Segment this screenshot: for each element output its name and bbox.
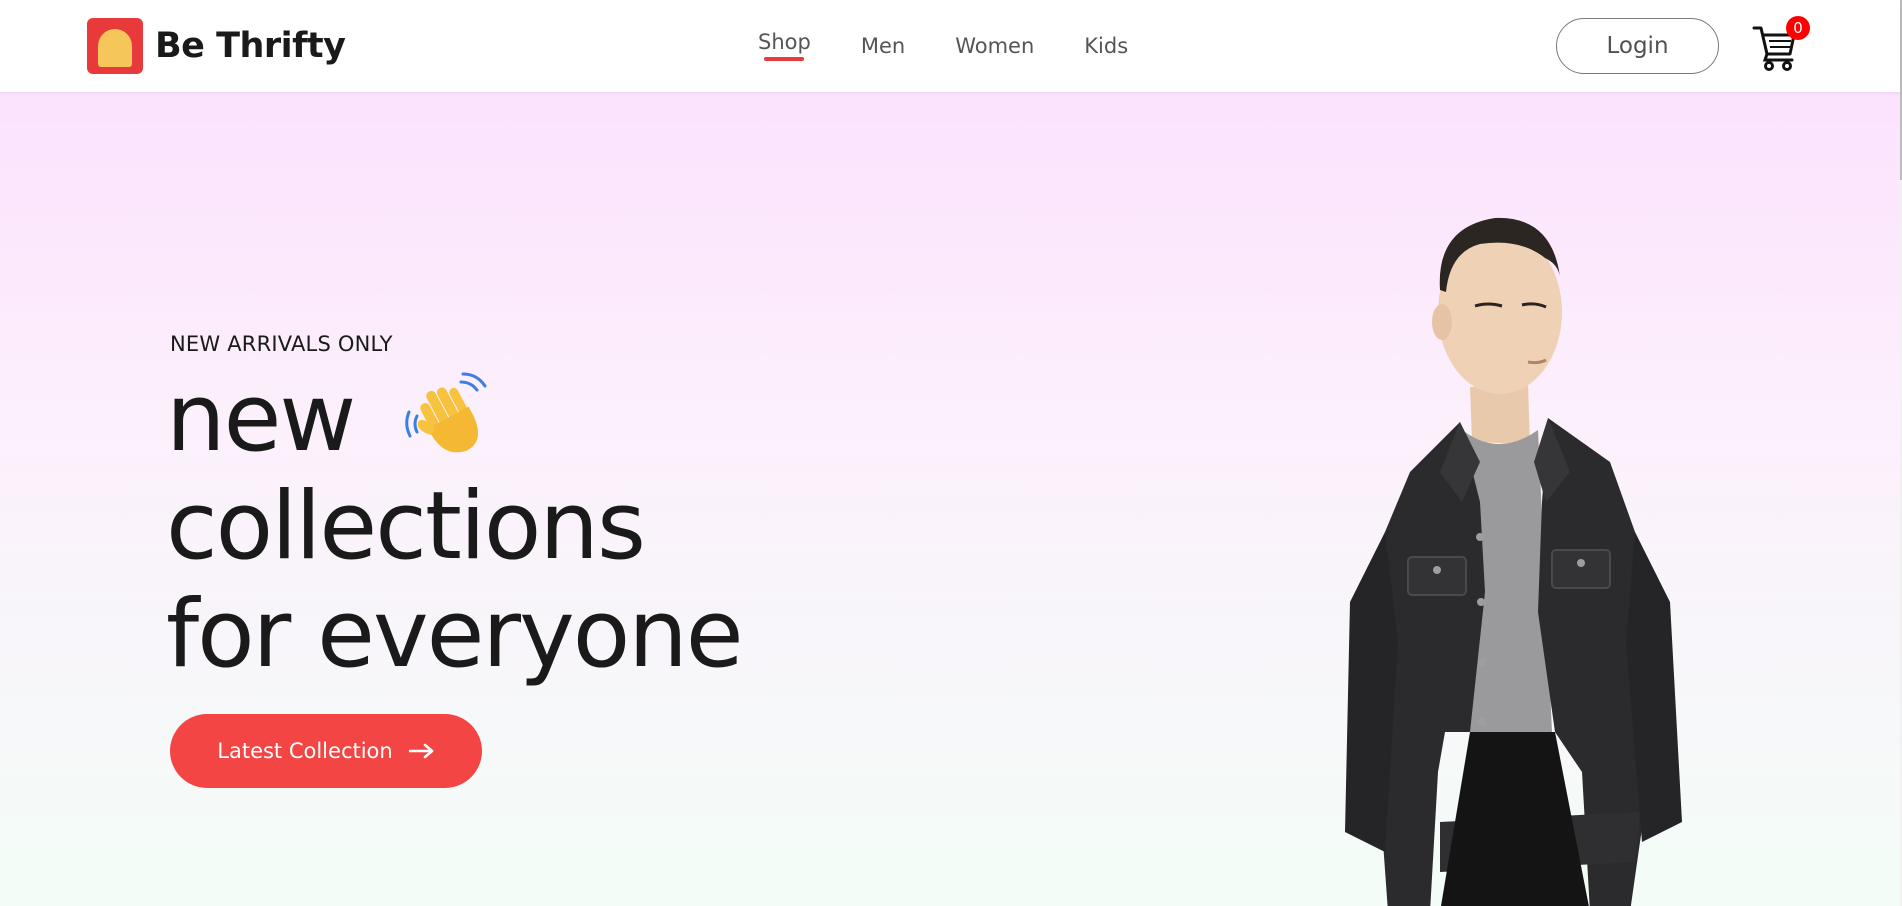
logo-icon — [87, 18, 143, 74]
hero-eyebrow: NEW ARRIVALS ONLY — [170, 332, 393, 356]
nav-item-men[interactable]: Men — [836, 0, 930, 92]
cta-label: Latest Collection — [217, 739, 393, 763]
main-nav: Shop Men Women Kids — [733, 0, 1153, 92]
navbar: Be Thrifty Shop Men Women Kids Login 0 — [0, 0, 1900, 92]
latest-collection-button[interactable]: Latest Collection — [170, 714, 482, 788]
active-nav-indicator — [764, 57, 805, 61]
hero-headline-line-3: for everyone — [166, 580, 744, 689]
nav-item-label: Shop — [758, 30, 811, 54]
brand-name: Be Thrifty — [155, 26, 346, 66]
waving-hand-icon — [405, 372, 487, 453]
arrow-right-icon — [408, 743, 434, 759]
hero-section: NEW ARRIVALS ONLY new collections for ev… — [0, 92, 1900, 906]
hero-model-image — [1345, 217, 1682, 906]
cart-count-badge: 0 — [1786, 16, 1810, 40]
brand-logo[interactable]: Be Thrifty — [87, 18, 346, 74]
nav-item-shop[interactable]: Shop — [733, 0, 836, 88]
nav-item-label: Kids — [1084, 34, 1129, 58]
nav-item-label: Men — [860, 34, 906, 58]
cart-button[interactable]: 0 — [1752, 14, 1810, 71]
nav-item-women[interactable]: Women — [930, 0, 1059, 92]
hero-headline-line-1: new — [166, 364, 356, 473]
login-button[interactable]: Login — [1556, 18, 1719, 74]
nav-item-label: Women — [955, 34, 1035, 58]
hero-headline-line-2: collections — [166, 472, 646, 581]
nav-item-kids[interactable]: Kids — [1059, 0, 1153, 92]
